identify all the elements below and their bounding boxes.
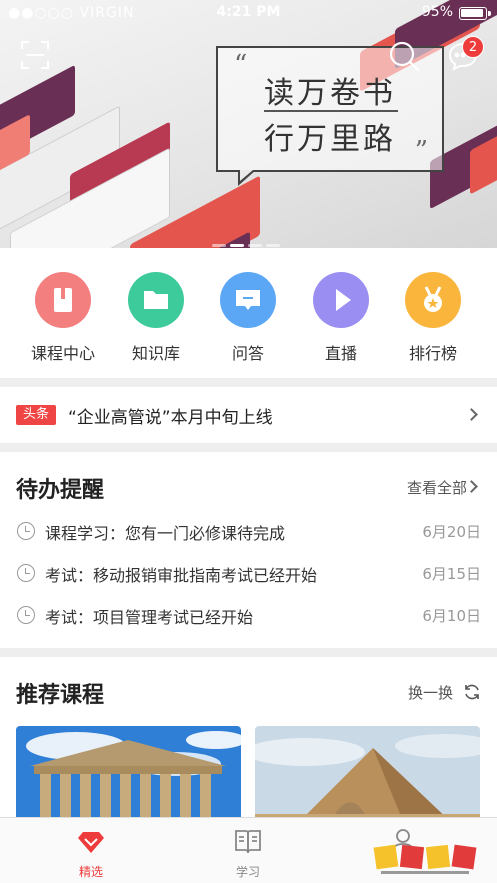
scan-icon[interactable] bbox=[20, 40, 50, 70]
todo-item[interactable]: 考试：移动报销审批指南考试已经开始 6月15日 bbox=[0, 554, 497, 592]
chevron-right-icon bbox=[465, 480, 478, 493]
gem-icon bbox=[78, 832, 104, 853]
live-badge bbox=[313, 272, 369, 328]
category-leaderboard[interactable]: 排行榜 bbox=[387, 272, 479, 364]
status-bar: ●●○○○ VIRGIN 4:21 PM 95% bbox=[0, 0, 497, 26]
todo-item[interactable]: 课程学习：您有一门必修课待完成 6月20日 bbox=[0, 512, 497, 550]
todo-item[interactable]: 考试：项目管理考试已经开始 6月10日 bbox=[0, 596, 497, 634]
course-center-badge bbox=[35, 272, 91, 328]
knowledge-base-badge bbox=[128, 272, 184, 328]
message-badge: 2 bbox=[462, 36, 484, 58]
category-live[interactable]: 直播 bbox=[295, 272, 387, 364]
todo-item-text: 考试：移动报销审批指南考试已经开始 bbox=[45, 566, 318, 585]
banner-line-2: 行万里路 bbox=[264, 122, 396, 157]
hero-banner[interactable]: ●●○○○ VIRGIN 4:21 PM 95% 2 “ 读万卷书 行万里路 ” bbox=[0, 0, 497, 248]
view-all-label: 查看全部 bbox=[406, 479, 467, 497]
play-icon bbox=[336, 289, 351, 311]
chevron-right-icon bbox=[465, 408, 478, 421]
recommend-title: 推荐课程 bbox=[16, 683, 105, 708]
chat-icon bbox=[236, 290, 260, 310]
headline-text: “企业高管说”本月中旬上线 bbox=[68, 408, 273, 428]
refresh-button[interactable]: 换一换 bbox=[408, 682, 453, 703]
parthenon-thumbnail bbox=[16, 726, 241, 817]
todo-section: 待办提醒 查看全部 课程学习：您有一门必修课待完成 6月20日 考试：移动报销审… bbox=[0, 452, 497, 648]
pagination-dot-active[interactable] bbox=[230, 244, 244, 247]
headline-tag: 头条 bbox=[16, 405, 56, 425]
battery-percent: 95% bbox=[421, 4, 453, 20]
category-knowledge-base[interactable]: 知识库 bbox=[110, 272, 202, 364]
banner-pagination bbox=[212, 232, 284, 248]
qa-badge bbox=[220, 272, 276, 328]
refresh-label: 换一换 bbox=[407, 684, 453, 702]
site-watermark-logo bbox=[373, 844, 477, 874]
pagination-dot[interactable] bbox=[266, 244, 280, 247]
category-course-center[interactable]: 课程中心 bbox=[17, 272, 109, 364]
category-grid: 课程中心 知识库 问答 直播 排行榜 bbox=[0, 248, 497, 378]
pagination-dot[interactable] bbox=[212, 244, 226, 247]
category-qa[interactable]: 问答 bbox=[202, 272, 294, 364]
todo-item-date: 6月10日 bbox=[422, 607, 481, 625]
tab-featured[interactable]: 精选 bbox=[51, 826, 131, 880]
headline-news-row[interactable]: 头条 “企业高管说”本月中旬上线 bbox=[0, 387, 497, 443]
search-icon[interactable] bbox=[388, 40, 422, 74]
clock-icon bbox=[17, 522, 35, 540]
todo-item-text: 考试：项目管理考试已经开始 bbox=[45, 608, 254, 627]
pyramid-thumbnail bbox=[255, 726, 480, 817]
todo-item-text: 课程学习：您有一门必修课待完成 bbox=[45, 524, 286, 543]
medal-icon bbox=[424, 286, 442, 312]
folder-icon bbox=[144, 291, 168, 309]
recommended-courses-section: 推荐课程 换一换 bbox=[0, 657, 497, 817]
refresh-icon[interactable] bbox=[463, 683, 481, 701]
todo-item-date: 6月20日 bbox=[422, 523, 481, 541]
close-quote-mark: ” bbox=[414, 136, 428, 166]
speech-bubble-tail-fill bbox=[240, 170, 253, 181]
category-label: 知识库 bbox=[131, 344, 180, 363]
leaderboard-badge bbox=[405, 272, 461, 328]
category-label: 排行榜 bbox=[408, 344, 457, 363]
banner-divider bbox=[264, 110, 398, 112]
view-all-link[interactable]: 查看全部 bbox=[407, 477, 467, 498]
todo-item-date: 6月15日 bbox=[422, 565, 481, 583]
category-label: 问答 bbox=[231, 344, 264, 363]
todo-title: 待办提醒 bbox=[16, 478, 105, 503]
tab-label: 学习 bbox=[235, 865, 260, 879]
tab-label: 精选 bbox=[78, 865, 103, 879]
course-card-parthenon[interactable] bbox=[16, 726, 241, 817]
clock-icon bbox=[17, 606, 35, 624]
category-label: 直播 bbox=[324, 344, 357, 363]
banner-line-1: 读万卷书 bbox=[264, 76, 396, 111]
book-icon bbox=[54, 288, 72, 312]
clock-icon bbox=[17, 564, 35, 582]
category-label: 课程中心 bbox=[30, 344, 95, 363]
open-book-icon bbox=[235, 830, 261, 854]
pagination-dot[interactable] bbox=[248, 244, 262, 247]
battery-icon bbox=[459, 7, 491, 20]
tab-study[interactable]: 学习 bbox=[208, 826, 288, 880]
course-card-pyramid[interactable] bbox=[255, 726, 480, 817]
